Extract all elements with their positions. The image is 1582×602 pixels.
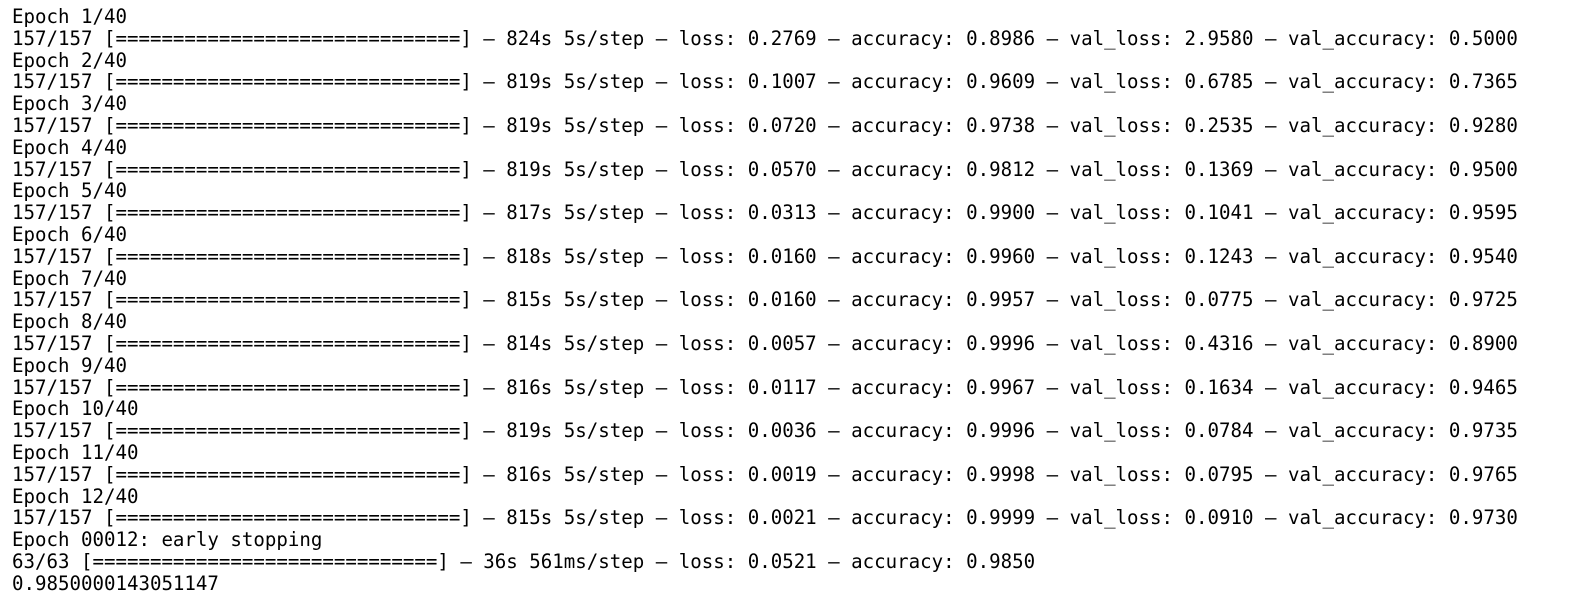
log-line: Epoch 4/40 — [12, 135, 127, 159]
log-line: 157/157 [==============================]… — [12, 113, 1518, 137]
log-line: Epoch 11/40 — [12, 440, 139, 464]
log-line: 157/157 [==============================]… — [12, 331, 1518, 355]
evaluation-line: 63/63 [==============================] –… — [12, 549, 1036, 573]
log-line: Epoch 9/40 — [12, 353, 127, 377]
final-score-line: 0.9850000143051147 — [12, 571, 219, 595]
log-line: Epoch 5/40 — [12, 179, 127, 203]
log-line: Epoch 7/40 — [12, 266, 127, 290]
log-line: Epoch 8/40 — [12, 310, 127, 334]
log-line: Epoch 10/40 — [12, 397, 139, 421]
log-line: 157/157 [==============================]… — [12, 462, 1518, 486]
log-line: Epoch 3/40 — [12, 92, 127, 116]
log-line: Epoch 12/40 — [12, 484, 139, 508]
log-line: Epoch 1/40 — [12, 5, 127, 28]
log-line: Epoch 2/40 — [12, 48, 127, 72]
log-line: 157/157 [==============================]… — [12, 506, 1518, 530]
log-line: 157/157 [==============================]… — [12, 375, 1518, 399]
log-line: 157/157 [==============================]… — [12, 244, 1518, 268]
log-line: Epoch 6/40 — [12, 222, 127, 246]
early-stopping-line: Epoch 00012: early stopping — [12, 528, 323, 552]
log-line: 157/157 [==============================]… — [12, 288, 1518, 312]
training-log-output: Epoch 1/40 157/157 [=====================… — [12, 6, 1518, 595]
log-line: 157/157 [==============================]… — [12, 70, 1518, 94]
log-line: 157/157 [==============================]… — [12, 419, 1518, 443]
log-line: 157/157 [==============================]… — [12, 26, 1518, 50]
log-line: 157/157 [==============================]… — [12, 201, 1518, 225]
log-line: 157/157 [==============================]… — [12, 157, 1518, 181]
